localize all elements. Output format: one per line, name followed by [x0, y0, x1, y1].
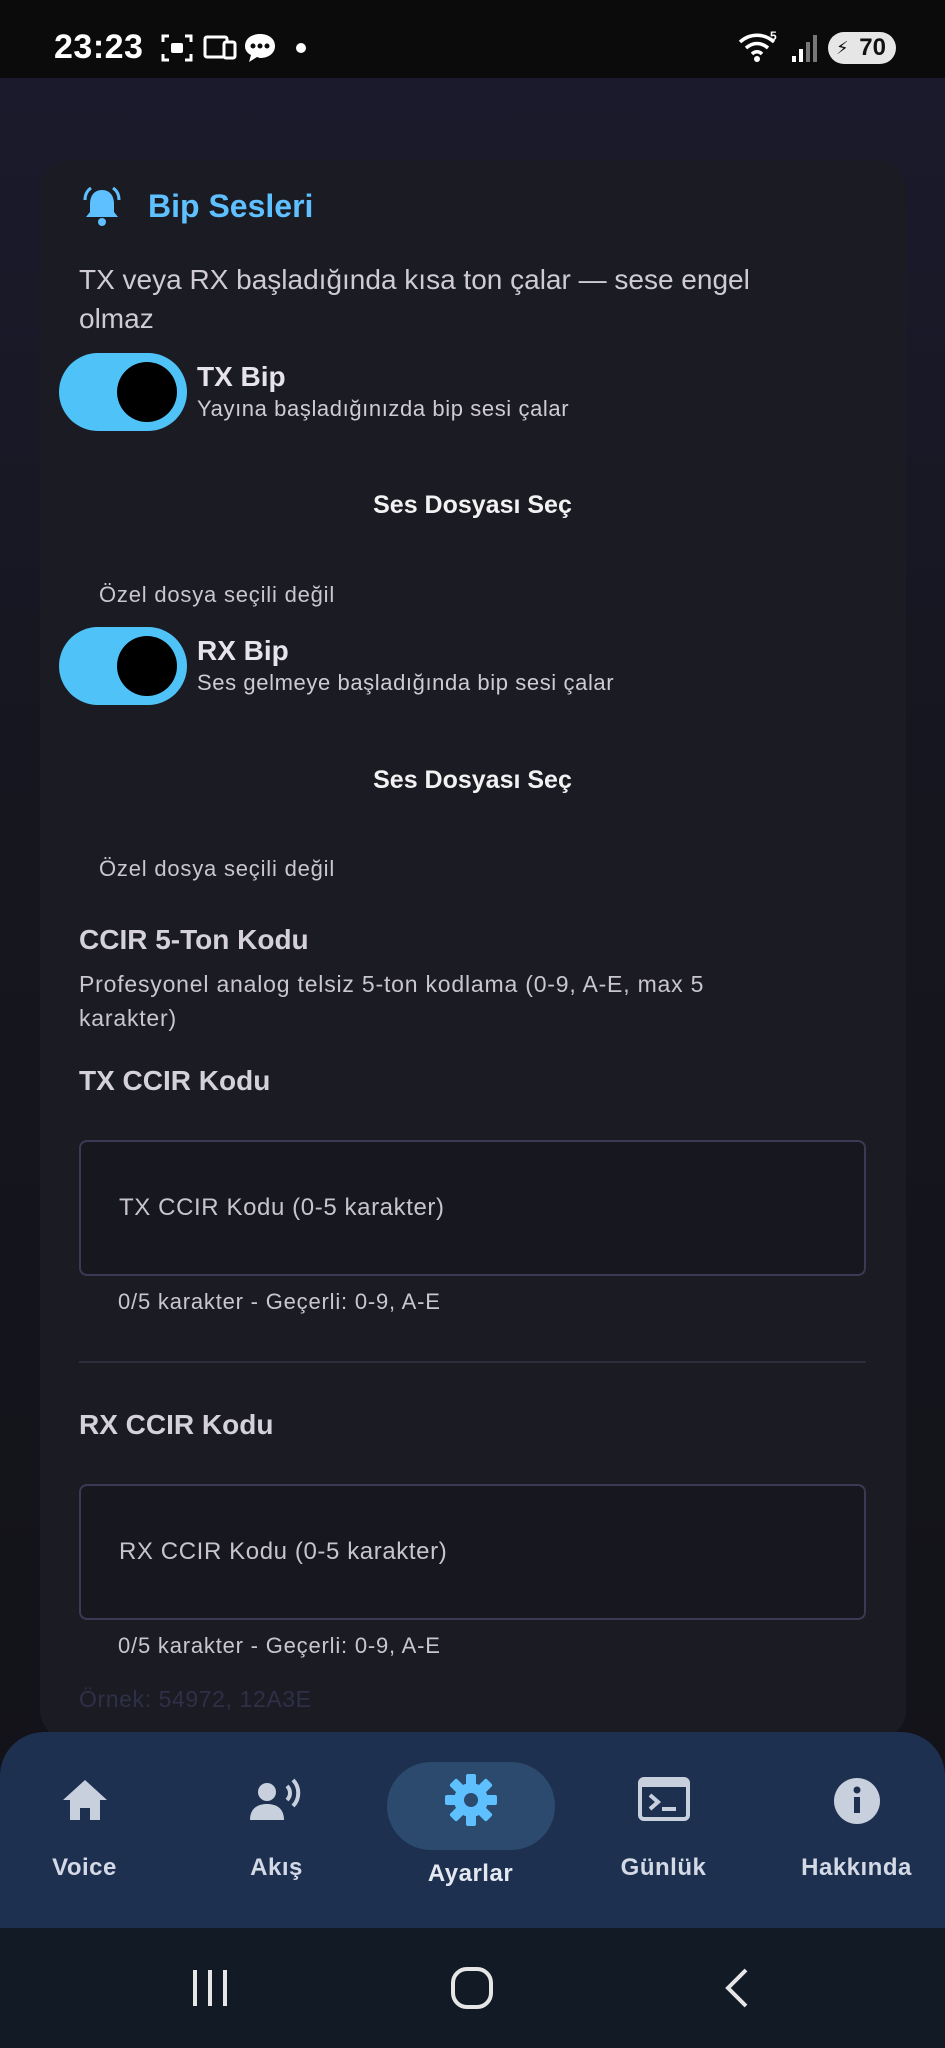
bell-icon — [83, 186, 121, 226]
signal-icon — [792, 35, 817, 62]
rx-ccir-input[interactable]: RX CCIR Kodu (0-5 karakter) — [79, 1484, 866, 1620]
tx-ccir-input[interactable]: TX CCIR Kodu (0-5 karakter) — [79, 1140, 866, 1276]
gear-icon — [444, 1774, 497, 1826]
nav-label-hakkinda: Hakkında — [801, 1854, 912, 1881]
system-navigation-bar — [0, 1928, 945, 2048]
recents-button[interactable] — [188, 1968, 232, 2008]
rx-beep-subtitle: Ses gelmeye başladığında bip sesi çalar — [197, 670, 615, 695]
battery-indicator: ⚡ 70 — [828, 32, 896, 64]
status-time: 23:23 — [54, 28, 144, 66]
screenshot-icon — [161, 34, 193, 62]
info-icon — [833, 1778, 880, 1824]
person-voice-icon — [249, 1778, 300, 1820]
ccir-description-2: karakter) — [79, 1005, 177, 1031]
status-bar: 23:23 5 ⚡ 70 — [0, 0, 945, 78]
beep-section-title: Bip Sesleri — [148, 188, 314, 224]
home-button[interactable] — [450, 1966, 494, 2010]
home-icon — [62, 1780, 107, 1820]
tx-ccir-helper: 0/5 karakter - Geçerli: 0-9, A-E — [118, 1289, 441, 1314]
nav-item-gunluk[interactable]: Günlük — [569, 1732, 758, 1928]
nav-label-gunluk: Günlük — [620, 1854, 707, 1881]
nav-label-ayarlar: Ayarlar — [427, 1860, 514, 1887]
section-divider — [79, 1361, 866, 1363]
bottom-navigation: Voice Akış Ayarlar Günlük Hakkında — [0, 1732, 945, 1928]
rx-file-status: Özel dosya seçili değil — [99, 856, 336, 881]
ccir-section-title: CCIR 5-Ton Kodu — [79, 924, 309, 955]
back-button[interactable] — [720, 1966, 756, 2010]
beep-section-description-2: olmaz — [79, 303, 154, 334]
tx-beep-title: TX Bip — [197, 361, 286, 392]
toggle-knob — [117, 636, 177, 696]
tx-file-status: Özel dosya seçili değil — [99, 582, 336, 607]
nav-item-akis[interactable]: Akış — [182, 1732, 371, 1928]
svg-text:5: 5 — [770, 30, 777, 43]
tx-beep-subtitle: Yayına başladığınızda bip sesi çalar — [197, 396, 570, 421]
ccir-description-1: Profesyonel analog telsiz 5-ton kodlama … — [79, 971, 705, 997]
tx-select-sound-file-button[interactable]: Ses Dosyası Seç — [0, 491, 945, 520]
battery-level: 70 — [859, 34, 886, 61]
tx-ccir-heading: TX CCIR Kodu — [79, 1065, 271, 1096]
beep-section-description-1: TX veya RX başladığında kısa ton çalar —… — [79, 264, 750, 295]
rx-beep-toggle[interactable] — [59, 627, 187, 705]
toggle-knob — [117, 362, 177, 422]
nav-item-hakkinda[interactable]: Hakkında — [762, 1732, 945, 1928]
rx-ccir-heading: RX CCIR Kodu — [79, 1409, 274, 1440]
rx-beep-title: RX Bip — [197, 635, 289, 666]
tx-beep-toggle[interactable] — [59, 353, 187, 431]
chat-icon — [245, 34, 275, 62]
nav-label-voice: Voice — [52, 1854, 117, 1881]
tx-ccir-placeholder: TX CCIR Kodu (0-5 karakter) — [119, 1194, 445, 1221]
rx-ccir-placeholder: RX CCIR Kodu (0-5 karakter) — [119, 1538, 448, 1565]
ccir-example: Örnek: 54972, 12A3E — [79, 1686, 312, 1712]
nav-item-ayarlar[interactable]: Ayarlar — [376, 1732, 565, 1928]
terminal-icon — [637, 1777, 690, 1821]
cast-icon — [203, 35, 237, 60]
nav-label-akis: Akış — [250, 1854, 303, 1881]
rx-select-sound-file-button[interactable]: Ses Dosyası Seç — [0, 766, 945, 795]
dot-icon — [296, 43, 306, 53]
nav-item-voice[interactable]: Voice — [0, 1732, 179, 1928]
rx-ccir-helper: 0/5 karakter - Geçerli: 0-9, A-E — [118, 1633, 441, 1658]
wifi-icon: 5 — [738, 30, 777, 62]
